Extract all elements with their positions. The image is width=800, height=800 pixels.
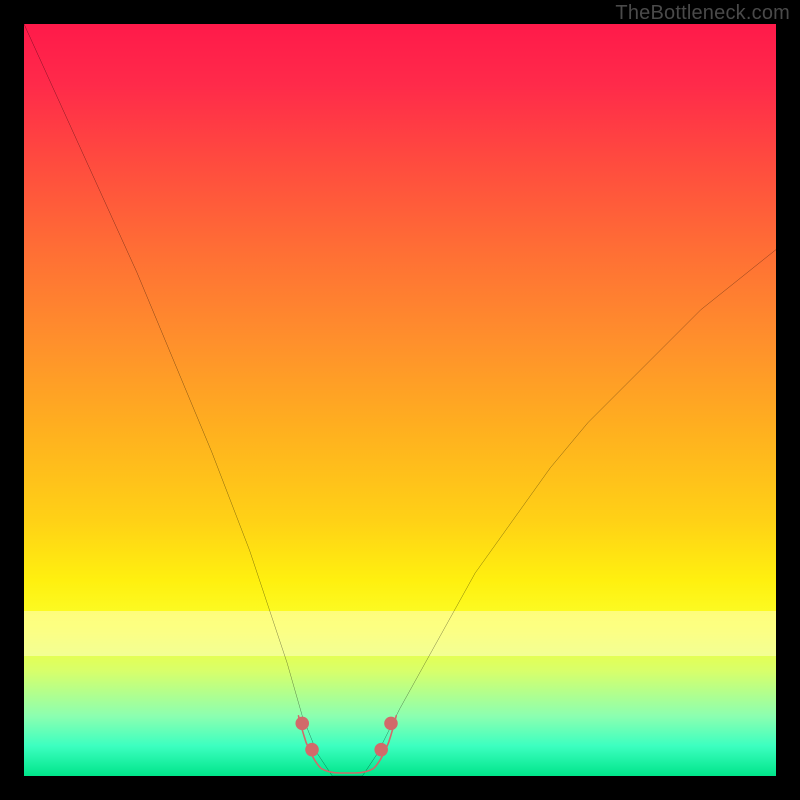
marker-dot-left-2 bbox=[305, 743, 319, 757]
curve-layer bbox=[24, 24, 776, 776]
plot-area bbox=[24, 24, 776, 776]
marker-dot-right-1 bbox=[374, 743, 388, 757]
chart-frame: TheBottleneck.com bbox=[0, 0, 800, 800]
marker-dot-left-1 bbox=[295, 717, 309, 731]
marker-dot-right-2 bbox=[384, 717, 398, 731]
bottleneck-curve bbox=[24, 24, 776, 776]
watermark-text: TheBottleneck.com bbox=[615, 2, 790, 25]
